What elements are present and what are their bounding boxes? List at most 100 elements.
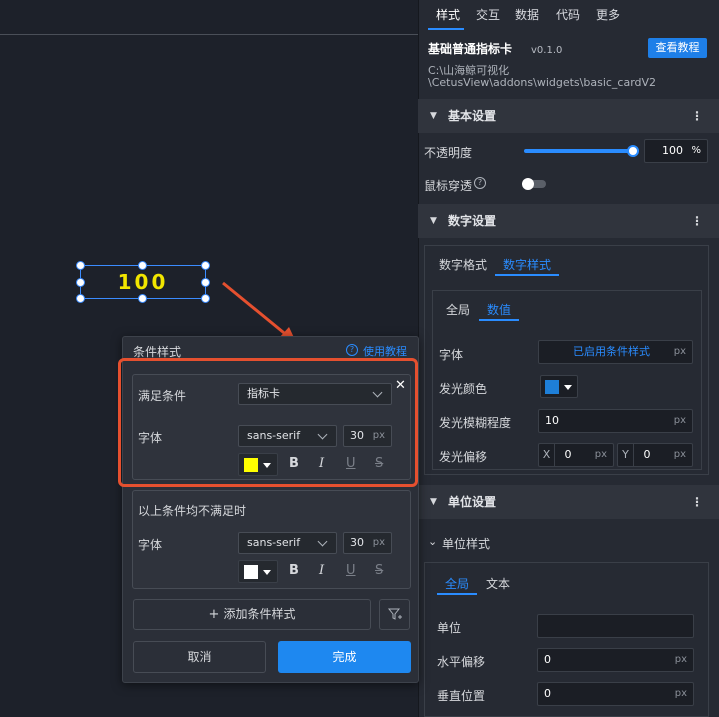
- font-size-input[interactable]: 30 px: [343, 532, 392, 554]
- collapse-icon: ▼: [430, 111, 437, 121]
- v-pos-input[interactable]: 0 px: [537, 682, 694, 706]
- widget-title: 基础普通指标卡: [428, 42, 513, 56]
- h-offset-input[interactable]: 0 px: [537, 648, 694, 672]
- default-condition-title: 以上条件均不满足时: [138, 504, 247, 518]
- offset-x-label: X: [539, 444, 555, 466]
- font-unit: px: [673, 346, 686, 357]
- offset-y-input[interactable]: Y 0 px: [617, 443, 693, 467]
- bold-icon[interactable]: B: [289, 563, 299, 578]
- collapse-icon[interactable]: ⌄: [428, 535, 437, 548]
- resize-handle[interactable]: [138, 261, 147, 270]
- offset-x-input[interactable]: X 0 px: [538, 443, 614, 467]
- opacity-value: 100: [662, 144, 683, 157]
- font-family-select[interactable]: sans-serif: [238, 532, 337, 554]
- font-input-disabled[interactable]: 已启用条件样式 px: [538, 340, 693, 364]
- collapse-icon: ▼: [430, 497, 437, 507]
- tab-global[interactable]: 全局: [446, 301, 470, 318]
- tab-unit-text[interactable]: 文本: [486, 575, 510, 592]
- opacity-slider[interactable]: [524, 149, 635, 153]
- tab-style[interactable]: 样式: [436, 0, 460, 30]
- more-options-icon[interactable]: ⋮: [691, 99, 703, 133]
- font-size-unit: px: [372, 537, 385, 548]
- resize-handle[interactable]: [201, 278, 210, 287]
- v-pos-label: 垂直位置: [437, 689, 486, 703]
- cancel-button[interactable]: 取消: [133, 641, 266, 673]
- opacity-label: 不透明度: [424, 146, 473, 160]
- view-tutorial-button[interactable]: 查看教程: [648, 38, 707, 58]
- help-icon[interactable]: ?: [346, 344, 358, 356]
- filter-add-icon[interactable]: [379, 599, 410, 630]
- tab-value[interactable]: 数值: [487, 301, 511, 318]
- active-tab-indicator: [495, 274, 559, 276]
- help-icon[interactable]: ?: [474, 177, 486, 189]
- chevron-down-icon: [317, 536, 328, 547]
- dropdown-caret-icon: [263, 570, 271, 575]
- glow-offset-label: 发光偏移: [439, 450, 488, 464]
- collapse-icon: ▼: [430, 216, 437, 226]
- offset-x-value: 0: [564, 448, 572, 461]
- offset-unit: px: [673, 449, 686, 460]
- active-tab-indicator: [479, 319, 519, 321]
- offset-unit: px: [594, 449, 607, 460]
- section-title: 数字设置: [448, 214, 497, 228]
- font-label: 字体: [138, 538, 163, 552]
- unit-input[interactable]: [537, 614, 694, 638]
- dropdown-caret-icon: [564, 385, 572, 390]
- add-condition-style-button[interactable]: + 添加条件样式: [133, 599, 371, 630]
- tab-data[interactable]: 数据: [515, 0, 539, 30]
- section-title: 基本设置: [448, 109, 497, 123]
- font-value: 已启用条件样式: [573, 345, 650, 358]
- plus-icon: +: [208, 607, 220, 622]
- done-button[interactable]: 完成: [278, 641, 411, 673]
- tab-number-format[interactable]: 数字格式: [439, 256, 487, 273]
- tab-code[interactable]: 代码: [556, 0, 580, 30]
- glow-color-label: 发光颜色: [439, 382, 488, 396]
- glow-blur-input[interactable]: 10 px: [538, 409, 693, 433]
- resize-handle[interactable]: [76, 294, 85, 303]
- color-swatch: [545, 380, 559, 394]
- opacity-unit: %: [691, 145, 701, 156]
- active-tab-indicator: [428, 28, 464, 30]
- font-color-picker[interactable]: [238, 560, 278, 583]
- active-tab-indicator: [437, 593, 477, 595]
- toggle-knob: [522, 178, 534, 190]
- section-unit-settings[interactable]: ▼ 单位设置 ⋮: [418, 485, 719, 519]
- more-options-icon[interactable]: ⋮: [691, 204, 703, 238]
- tab-unit-global[interactable]: 全局: [445, 575, 469, 592]
- glow-blur-label: 发光模糊程度: [439, 416, 512, 430]
- h-offset-unit: px: [674, 654, 687, 665]
- font-size-value: 30: [350, 536, 364, 549]
- h-offset-value: 0: [544, 653, 551, 666]
- font-label: 字体: [439, 348, 464, 362]
- glow-color-picker[interactable]: [540, 375, 578, 398]
- unit-style-title: 单位样式: [442, 537, 491, 551]
- offset-y-label: Y: [618, 444, 634, 466]
- section-basic-settings[interactable]: ▼ 基本设置 ⋮: [418, 99, 719, 133]
- h-offset-label: 水平偏移: [437, 655, 486, 669]
- resize-handle[interactable]: [76, 278, 85, 287]
- tab-number-style[interactable]: 数字样式: [503, 256, 551, 273]
- widget-version: v0.1.0: [531, 45, 563, 56]
- add-condition-label: 添加条件样式: [223, 607, 296, 621]
- offset-y-value: 0: [643, 448, 651, 461]
- more-options-icon[interactable]: ⋮: [691, 485, 703, 519]
- usage-tutorial-link[interactable]: 使用教程: [363, 343, 407, 359]
- highlight-annotation: [118, 358, 418, 487]
- section-title: 单位设置: [448, 495, 497, 509]
- opacity-slider-handle[interactable]: [627, 145, 639, 157]
- tab-interaction[interactable]: 交互: [476, 0, 500, 30]
- strikethrough-icon[interactable]: S: [375, 563, 383, 578]
- resize-handle[interactable]: [201, 261, 210, 270]
- section-number-settings[interactable]: ▼ 数字设置 ⋮: [418, 204, 719, 238]
- widget-path: \CetusView\addons\widgets\basic_cardV2: [428, 76, 657, 89]
- underline-icon[interactable]: U: [346, 563, 356, 578]
- tab-more[interactable]: 更多: [596, 0, 620, 30]
- resize-handle[interactable]: [138, 294, 147, 303]
- glow-blur-unit: px: [673, 415, 686, 426]
- v-pos-unit: px: [674, 688, 687, 699]
- italic-icon[interactable]: I: [319, 563, 324, 578]
- opacity-input[interactable]: 100 %: [644, 139, 708, 163]
- resize-handle[interactable]: [201, 294, 210, 303]
- resize-handle[interactable]: [76, 261, 85, 270]
- color-swatch: [244, 565, 258, 579]
